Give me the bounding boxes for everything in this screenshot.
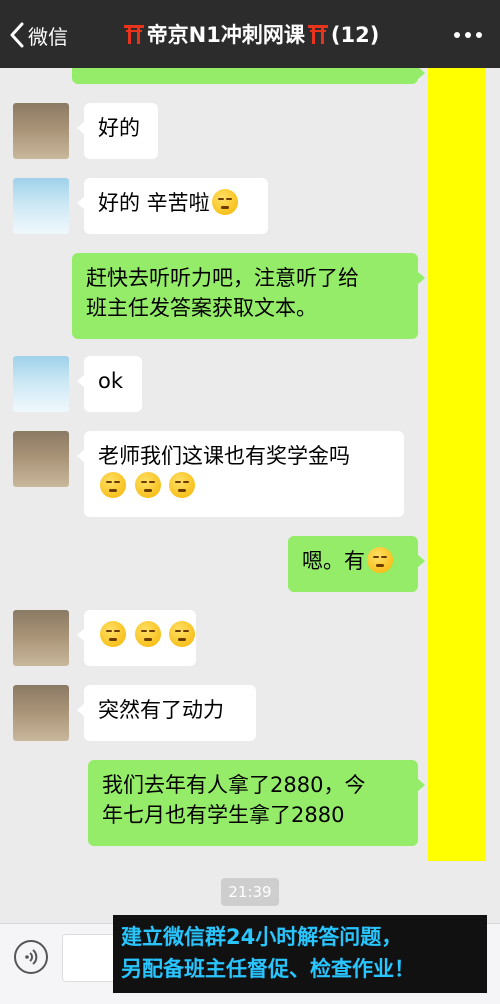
smiling-face-emoji-icon bbox=[211, 189, 238, 215]
smiling-face-emoji-icon bbox=[100, 621, 126, 647]
message-text-line: 赶快去听听力吧，注意听了给 bbox=[86, 266, 359, 290]
message-text: 嗯。有 bbox=[302, 549, 365, 573]
avatar[interactable] bbox=[13, 356, 69, 412]
avatar[interactable] bbox=[13, 431, 69, 487]
avatar[interactable] bbox=[13, 103, 69, 159]
more-options-button[interactable] bbox=[454, 32, 482, 38]
chat-messages[interactable]: 好的 好的 辛苦啦 赶快去听听力吧，注意听了给 班主任发答案获取文本。 ok 老… bbox=[0, 68, 500, 923]
flushed-face-emoji-icon bbox=[367, 547, 393, 573]
message-text-line: 班主任发答案获取文本。 bbox=[86, 296, 317, 320]
message-timestamp: 21:39 bbox=[221, 878, 279, 906]
voice-icon bbox=[25, 949, 38, 965]
message-text-line: 年七月也有学生拿了2880 bbox=[102, 803, 345, 827]
smiling-face-emoji-icon bbox=[169, 621, 196, 647]
chat-header: 微信 帝京N1冲刺网课 (12) bbox=[0, 0, 500, 68]
dot-icon bbox=[476, 32, 482, 38]
promo-banner: 建立微信群24小时解答问题， 另配备班主任督促、检查作业！ bbox=[113, 915, 487, 993]
smiling-face-emoji-icon bbox=[134, 472, 161, 498]
message-bubble[interactable]: 好的 bbox=[77, 103, 158, 159]
group-name: 帝京N1冲刺网课 bbox=[146, 23, 305, 47]
voice-input-button[interactable] bbox=[14, 940, 48, 974]
banner-line: 另配备班主任督促、检查作业！ bbox=[121, 957, 415, 981]
message-bubble-clipped[interactable] bbox=[72, 68, 425, 84]
message-bubble[interactable]: 嗯。有 bbox=[288, 536, 425, 592]
message-bubble[interactable]: 我们去年有人拿了2880，今 年七月也有学生拿了2880 bbox=[88, 760, 425, 846]
message-bubble[interactable]: 突然有了动力 bbox=[77, 685, 256, 741]
message-text-line: 我们去年有人拿了2880，今 bbox=[102, 773, 366, 797]
message-text: 好的 bbox=[98, 116, 140, 140]
avatar[interactable] bbox=[13, 178, 69, 234]
smiling-face-emoji-icon bbox=[134, 621, 161, 647]
message-bubble[interactable]: 老师我们这课也有奖学金吗 bbox=[77, 431, 404, 517]
message-text-line: 老师我们这课也有奖学金吗 bbox=[98, 444, 350, 468]
message-text: ok bbox=[98, 369, 124, 393]
message-text: 突然有了动力 bbox=[98, 698, 224, 722]
banner-line: 建立微信群24小时解答问题， bbox=[121, 925, 403, 949]
message-text: 好的 辛苦啦 bbox=[98, 191, 210, 215]
message-bubble[interactable]: 好的 辛苦啦 bbox=[77, 178, 268, 234]
avatar[interactable] bbox=[13, 685, 69, 741]
chat-title: 帝京N1冲刺网课 (12) bbox=[0, 20, 500, 50]
torii-icon bbox=[307, 25, 328, 44]
smiling-face-emoji-icon bbox=[169, 472, 196, 498]
avatar[interactable] bbox=[13, 610, 69, 666]
dot-icon bbox=[465, 32, 471, 38]
message-bubble[interactable]: 赶快去听听力吧，注意听了给 班主任发答案获取文本。 bbox=[72, 253, 425, 339]
dot-icon bbox=[454, 32, 460, 38]
message-bubble[interactable] bbox=[77, 610, 196, 666]
torii-icon bbox=[123, 25, 144, 44]
member-count: (12) bbox=[330, 23, 380, 47]
smiling-face-emoji-icon bbox=[100, 472, 126, 498]
highlight-overlay bbox=[428, 68, 486, 861]
emoji-line bbox=[98, 471, 390, 501]
message-bubble[interactable]: ok bbox=[77, 356, 142, 412]
